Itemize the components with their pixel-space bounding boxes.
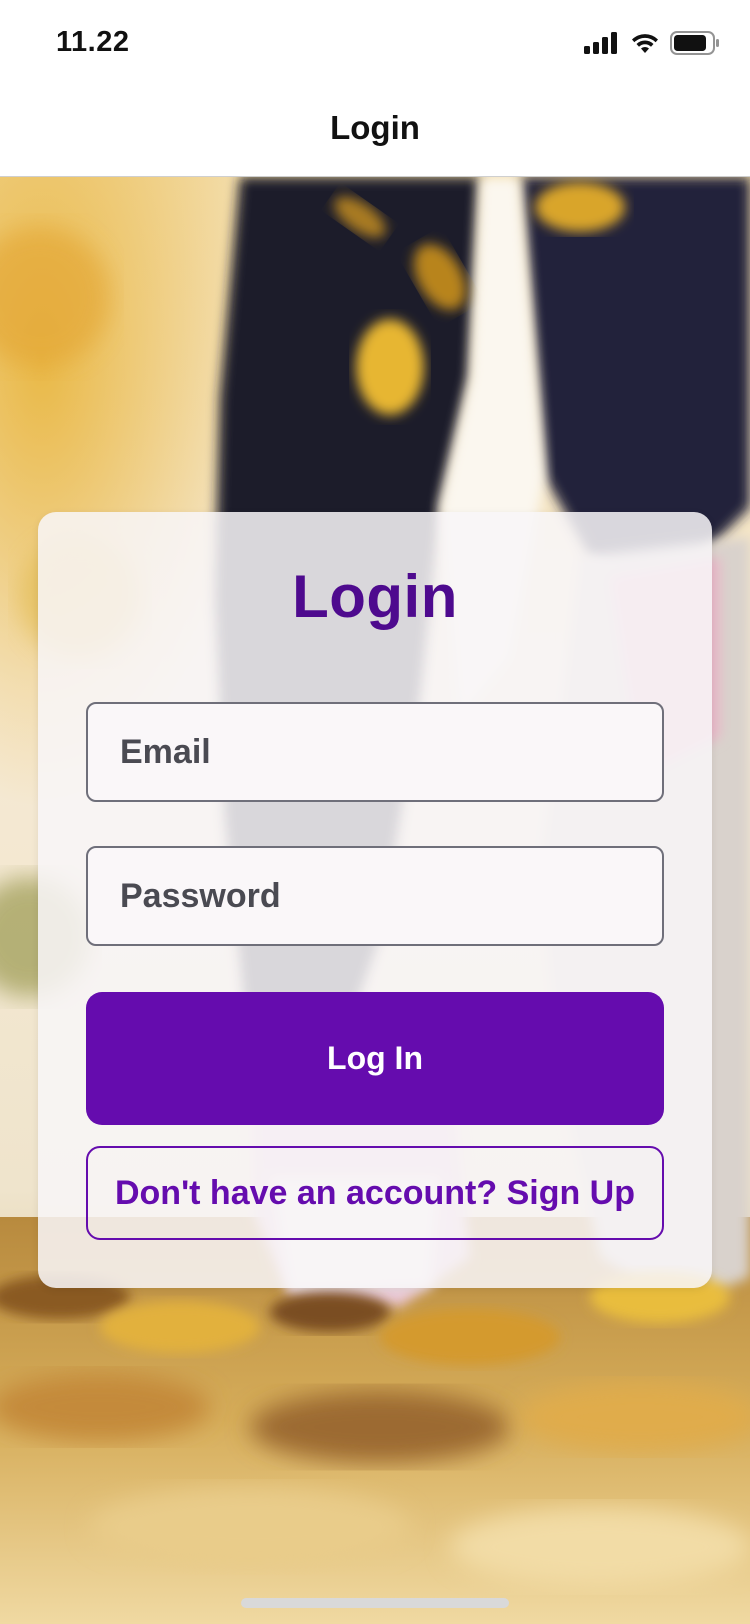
status-icons bbox=[584, 30, 720, 60]
password-field[interactable] bbox=[86, 846, 664, 946]
sign-up-button[interactable]: Don't have an account? Sign Up bbox=[86, 1146, 664, 1240]
home-indicator[interactable] bbox=[241, 1598, 509, 1608]
status-time: 11.22 bbox=[56, 26, 130, 58]
navigation-bar: Login bbox=[0, 88, 750, 177]
wifi-icon bbox=[630, 32, 660, 59]
card-title: Login bbox=[292, 563, 458, 630]
log-in-button[interactable]: Log In bbox=[86, 992, 664, 1125]
login-card: Login Log In Don't have an account? Sign… bbox=[38, 512, 712, 1288]
email-field[interactable] bbox=[86, 702, 664, 802]
nav-title: Login bbox=[330, 109, 420, 146]
cellular-signal-icon bbox=[584, 31, 620, 59]
status-bar: 11.22 bbox=[0, 0, 750, 88]
battery-icon bbox=[670, 30, 720, 60]
